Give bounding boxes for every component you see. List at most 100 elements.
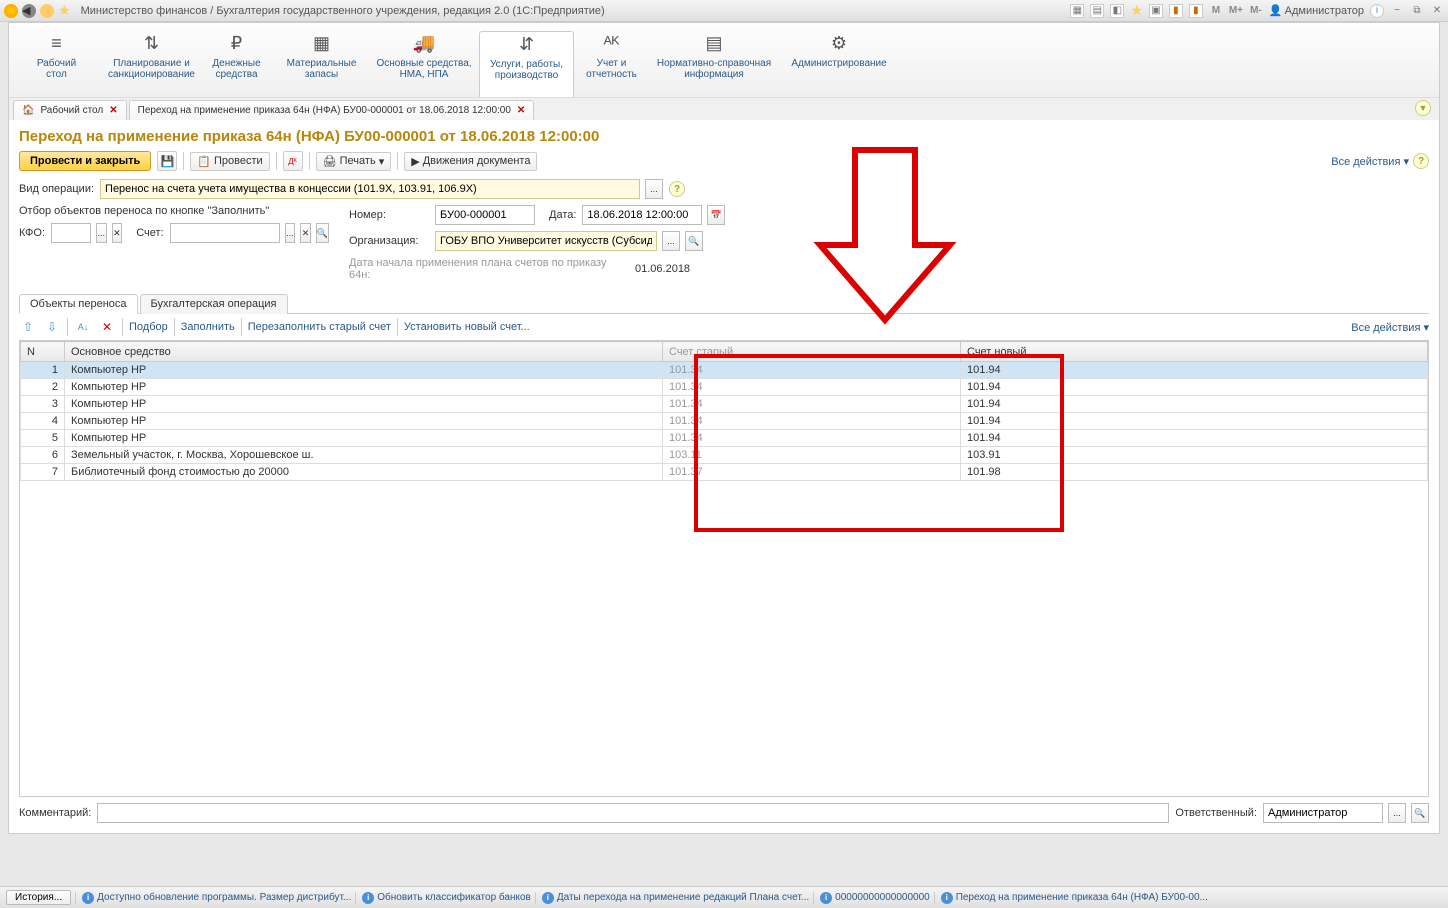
table-toolbar: ⇧ ⇩ A↓ ✕ Подбор Заполнить Перезаполнить … (19, 314, 1429, 340)
responsible-select-button[interactable]: ... (1388, 803, 1406, 823)
calc-m[interactable]: M (1209, 4, 1223, 18)
info-icon[interactable]: i (1370, 4, 1384, 18)
account-input[interactable] (170, 223, 280, 243)
info-icon: i (820, 892, 832, 904)
status-banks[interactable]: iОбновить классификатор банков (355, 892, 531, 904)
nav-materials[interactable]: ▦Материальные запасы (274, 31, 369, 97)
table-row[interactable]: 1 Компьютер HP 101.34 101.94 (21, 362, 1428, 379)
tab-objects[interactable]: Объекты переноса (19, 294, 138, 314)
table-row[interactable]: 7 Библиотечный фонд стоимостью до 20000 … (21, 464, 1428, 481)
org-search-button[interactable]: 🔍 (685, 231, 703, 251)
col-header-n[interactable]: N (21, 342, 65, 362)
arrow-down-icon[interactable]: ⇩ (43, 318, 61, 336)
select-button[interactable]: ... (645, 179, 663, 199)
delete-icon[interactable]: ✕ (98, 318, 116, 336)
nav-accounting[interactable]: ᴬᴷУчет и отчетность (574, 31, 649, 97)
tab-document[interactable]: Переход на применение приказа 64н (НФА) … (129, 100, 535, 120)
print-button[interactable]: 🖨 Печать ▾ (316, 152, 392, 171)
account-search-button[interactable]: 🔍 (316, 223, 329, 243)
kfo-clear-button[interactable]: ✕ (112, 223, 123, 243)
sort-icon[interactable]: A↓ (74, 318, 92, 336)
select-link[interactable]: Подбор (129, 321, 168, 333)
kfo-input[interactable] (51, 223, 91, 243)
calc-mminus[interactable]: M- (1249, 4, 1263, 18)
comment-input[interactable] (97, 803, 1169, 823)
tab-accounting-op[interactable]: Бухгалтерская операция (140, 294, 288, 314)
tab-close-icon[interactable]: ✕ (109, 105, 117, 116)
account-select-button[interactable]: ... (285, 223, 296, 243)
kfo-select-button[interactable]: ... (96, 223, 107, 243)
status-doc[interactable]: iПереход на применение приказа 64н (НФА)… (934, 892, 1208, 904)
tool-star-icon[interactable]: ★ (1130, 2, 1143, 19)
table-row[interactable]: 6 Земельный участок, г. Москва, Хорошевс… (21, 447, 1428, 464)
responsible-input[interactable] (1263, 803, 1383, 823)
org-select-button[interactable]: ... (662, 231, 680, 251)
dk-button[interactable]: Дᴷ (283, 151, 303, 171)
col-header-old[interactable]: Счет старый (663, 342, 961, 362)
cell-old: 103.11 (663, 447, 961, 464)
operation-type-input[interactable] (100, 179, 640, 199)
nav-planning[interactable]: ⇅Планирование и санкционирование (104, 31, 199, 97)
status-zeros[interactable]: i00000000000000000 (813, 892, 930, 904)
account-clear-button[interactable]: ✕ (300, 223, 311, 243)
tool-icon-6[interactable]: ▮ (1189, 4, 1203, 18)
table-row[interactable]: 3 Компьютер HP 101.34 101.94 (21, 396, 1428, 413)
tab-desktop[interactable]: 🏠 Рабочий стол ✕ (13, 100, 127, 120)
tool-icon-2[interactable]: ▤ (1090, 4, 1104, 18)
tab-close-icon[interactable]: ✕ (517, 105, 525, 116)
favorite-icon[interactable]: ★ (58, 2, 71, 19)
table-row[interactable]: 2 Компьютер HP 101.34 101.94 (21, 379, 1428, 396)
main-container: ≡Рабочий стол ⇅Планирование и санкционир… (8, 22, 1440, 834)
nav-back-icon[interactable]: ◀ (22, 4, 36, 18)
cell-old: 101.34 (663, 396, 961, 413)
date-input[interactable] (582, 205, 702, 225)
org-input[interactable] (435, 231, 657, 251)
help-icon[interactable]: ? (669, 181, 685, 197)
tab-expand-button[interactable]: ▼ (1415, 100, 1431, 116)
book-icon: ▤ (653, 33, 775, 54)
help-icon[interactable]: ? (1413, 153, 1429, 169)
app-icon (4, 4, 18, 18)
maximize-icon[interactable]: ⧉ (1410, 4, 1424, 18)
number-input[interactable] (435, 205, 535, 225)
nav-reference[interactable]: ▤Нормативно-справочная информация (649, 31, 779, 97)
all-actions-link[interactable]: Все действия ▾ (1331, 155, 1409, 168)
save-button[interactable]: 💾 (157, 151, 177, 171)
calendar-button[interactable]: 📅 (707, 205, 725, 225)
nav-desktop[interactable]: ≡Рабочий стол (9, 31, 104, 97)
tool-icon-3[interactable]: ◧ (1110, 4, 1124, 18)
minimize-icon[interactable]: − (1390, 4, 1404, 18)
nav-forward-icon[interactable] (40, 4, 54, 18)
set-new-link[interactable]: Установить новый счет... (404, 321, 530, 333)
nav-admin[interactable]: ⚙Администрирование (779, 31, 899, 97)
col-header-new[interactable]: Счет новый (961, 342, 1428, 362)
post-and-close-button[interactable]: Провести и закрыть (19, 151, 151, 171)
movements-button[interactable]: ▶ Движения документа (404, 152, 537, 171)
nav-money[interactable]: ₽Денежные средства (199, 31, 274, 97)
objects-table[interactable]: N Основное средство Счет старый Счет нов… (19, 340, 1429, 797)
nav-assets[interactable]: 🚚Основные средства, НМА, НПА (369, 31, 479, 97)
responsible-search-button[interactable]: 🔍 (1411, 803, 1429, 823)
status-dates[interactable]: iДаты перехода на применение редакций Пл… (535, 892, 809, 904)
calc-mplus[interactable]: M+ (1229, 4, 1243, 18)
fill-link[interactable]: Заполнить (181, 321, 235, 333)
col-header-name[interactable]: Основное средство (65, 342, 663, 362)
table-all-actions-link[interactable]: Все действия ▾ (1351, 321, 1429, 334)
tool-icon-5[interactable]: ▮ (1169, 4, 1183, 18)
tool-icon-1[interactable]: ▦ (1070, 4, 1084, 18)
table-row[interactable]: 4 Компьютер HP 101.34 101.94 (21, 413, 1428, 430)
refill-old-link[interactable]: Перезаполнить старый счет (248, 321, 391, 333)
document-title: Переход на применение приказа 64н (НФА) … (19, 128, 1429, 145)
tool-icon-4[interactable]: ▣ (1149, 4, 1163, 18)
status-update[interactable]: iДоступно обновление программы. Размер д… (75, 892, 351, 904)
table-row[interactable]: 5 Компьютер HP 101.34 101.94 (21, 430, 1428, 447)
arrow-up-icon[interactable]: ⇧ (19, 318, 37, 336)
org-label: Организация: (349, 235, 429, 247)
close-icon[interactable]: ✕ (1430, 4, 1444, 18)
user-label[interactable]: 👤 Администратор (1269, 4, 1364, 17)
history-button[interactable]: История... (6, 890, 71, 905)
post-button[interactable]: 📋 Провести (190, 152, 269, 171)
cell-new: 101.94 (961, 413, 1428, 430)
cell-new: 101.94 (961, 379, 1428, 396)
nav-services[interactable]: ⇵Услуги, работы, производство (479, 31, 574, 97)
